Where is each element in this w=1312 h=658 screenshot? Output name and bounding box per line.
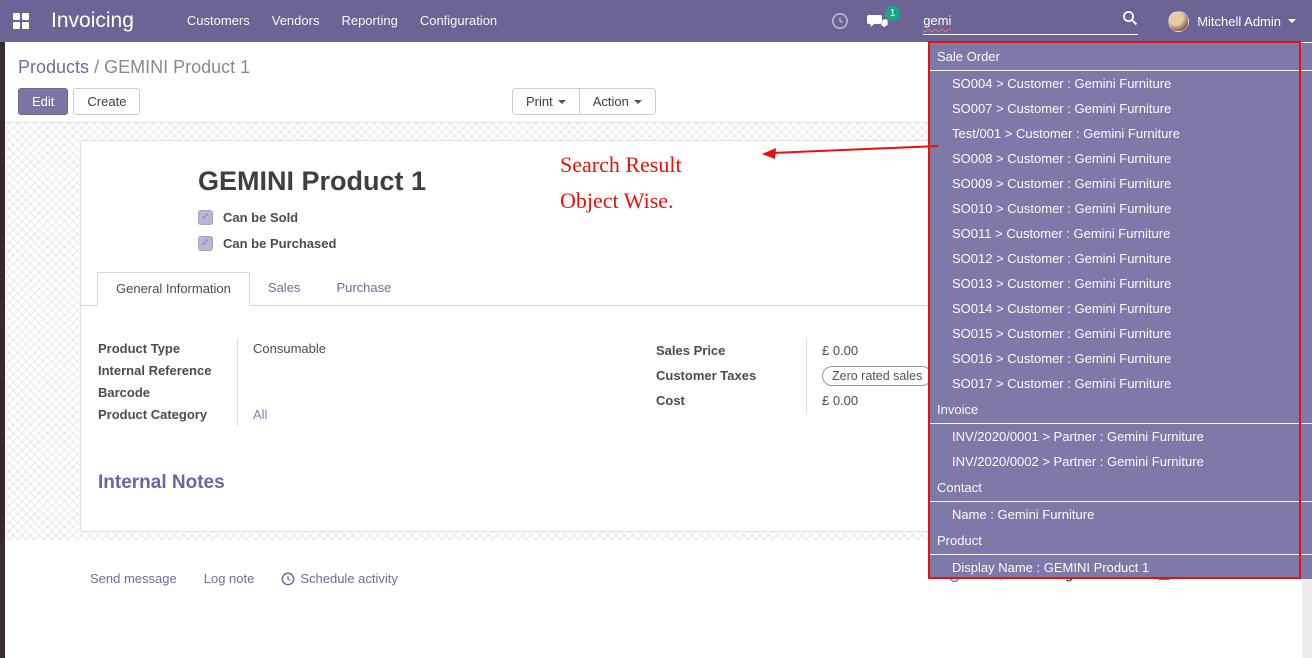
action-buttons: Print Action <box>512 88 656 115</box>
section-title-product: Product <box>930 527 1312 555</box>
top-navbar: Invoicing CustomersVendorsReportingConfi… <box>0 0 1312 42</box>
can-be-purchased-label: Can be Purchased <box>223 236 336 251</box>
can-be-purchased-checkbox[interactable]: ✓ <box>198 236 213 251</box>
nav-menu-item[interactable]: Configuration <box>409 0 508 42</box>
search-result-item[interactable]: SO004 > Customer : Gemini Furniture <box>930 71 1312 96</box>
customer-taxes-label: Customer Taxes <box>656 363 806 388</box>
messages-icon[interactable]: 1 <box>867 13 889 30</box>
section-product: Product Display Name : GEMINI Product 1 <box>930 527 1312 579</box>
search-result-item[interactable]: SO016 > Customer : Gemini Furniture <box>930 346 1312 371</box>
search-result-item[interactable]: Display Name : GEMINI Product 1 <box>930 555 1312 579</box>
chevron-down-icon <box>558 100 566 104</box>
invoice-results: INV/2020/0001 > Partner : Gemini Furnitu… <box>930 424 1312 474</box>
contact-results: Name : Gemini Furniture <box>930 502 1312 527</box>
action-dropdown-button[interactable]: Action <box>579 88 656 115</box>
search-result-item[interactable]: SO008 > Customer : Gemini Furniture <box>930 146 1312 171</box>
nav-menu-item[interactable]: Reporting <box>330 0 408 42</box>
section-invoice: Invoice INV/2020/0001 > Partner : Gemini… <box>930 396 1312 474</box>
chevron-down-icon <box>634 100 642 104</box>
search-result-item[interactable]: SO007 > Customer : Gemini Furniture <box>930 96 1312 121</box>
section-title-invoice: Invoice <box>930 396 1312 424</box>
product-type-value[interactable]: Consumable <box>237 338 656 360</box>
edit-button[interactable]: Edit <box>18 88 68 115</box>
product-type-label: Product Type <box>98 338 237 360</box>
section-title-sale-order: Sale Order <box>930 43 1312 71</box>
user-avatar <box>1168 11 1189 32</box>
nav-menu-item[interactable]: Customers <box>176 0 261 42</box>
bottom-right-gutter <box>1302 579 1312 658</box>
search-input[interactable]: gemi <box>923 7 1138 35</box>
cost-label: Cost <box>656 388 806 413</box>
section-contact: Contact Name : Gemini Furniture <box>930 474 1312 527</box>
can-be-sold-label: Can be Sold <box>223 210 298 225</box>
form-buttons: Edit Create <box>18 88 140 115</box>
internal-reference-label: Internal Reference <box>98 360 237 382</box>
messages-badge: 1 <box>885 6 900 21</box>
search-result-item[interactable]: SO012 > Customer : Gemini Furniture <box>930 246 1312 271</box>
search-result-item[interactable]: SO015 > Customer : Gemini Furniture <box>930 321 1312 346</box>
search-result-item[interactable]: SO017 > Customer : Gemini Furniture <box>930 371 1312 396</box>
schedule-activity-button[interactable]: Schedule activity <box>281 571 398 586</box>
app-title[interactable]: Invoicing <box>51 9 134 33</box>
breadcrumb-separator: / <box>94 57 99 77</box>
search-result-item[interactable]: Name : Gemini Furniture <box>930 502 1312 527</box>
product-category-value-link[interactable]: All <box>253 407 267 422</box>
section-title-contact: Contact <box>930 474 1312 502</box>
search-result-item[interactable]: SO014 > Customer : Gemini Furniture <box>930 296 1312 321</box>
product-category-label: Product Category <box>98 404 237 426</box>
search-result-item[interactable]: INV/2020/0002 > Partner : Gemini Furnitu… <box>930 449 1312 474</box>
barcode-label: Barcode <box>98 382 237 404</box>
fields-left-column: Product Type Consumable Internal Referen… <box>98 338 656 426</box>
annotation-line1: Search Result <box>560 147 682 183</box>
print-dropdown-button[interactable]: Print <box>512 88 580 115</box>
section-sale-order: Sale Order SO004 > Customer : Gemini Fur… <box>930 43 1312 396</box>
search-result-item[interactable]: SO013 > Customer : Gemini Furniture <box>930 271 1312 296</box>
search-result-item[interactable]: INV/2020/0001 > Partner : Gemini Furnitu… <box>930 424 1312 449</box>
search-result-item[interactable]: SO009 > Customer : Gemini Furniture <box>930 171 1312 196</box>
user-menu[interactable]: Mitchell Admin <box>1168 11 1296 32</box>
can-be-sold-checkbox[interactable]: ✓ <box>198 210 213 225</box>
sale-order-results: SO004 > Customer : Gemini FurnitureSO007… <box>930 71 1312 396</box>
search-icon[interactable] <box>1122 10 1138 31</box>
navbar-menus: CustomersVendorsReportingConfiguration <box>176 0 508 42</box>
annotation-text: Search Result Object Wise. <box>560 147 682 219</box>
breadcrumb-products-link[interactable]: Products <box>18 57 89 77</box>
search-result-item[interactable]: SO011 > Customer : Gemini Furniture <box>930 221 1312 246</box>
send-message-button[interactable]: Send message <box>90 571 177 586</box>
clock-icon <box>281 572 295 586</box>
tab-sales[interactable]: Sales <box>250 272 319 305</box>
window-left-edge <box>0 42 5 658</box>
internal-reference-value[interactable] <box>237 360 656 382</box>
breadcrumb-current: GEMINI Product 1 <box>104 57 250 77</box>
sales-price-label: Sales Price <box>656 338 806 363</box>
barcode-value[interactable] <box>237 382 656 404</box>
log-note-button[interactable]: Log note <box>204 571 255 586</box>
search-result-item[interactable]: Test/001 > Customer : Gemini Furniture <box>930 121 1312 146</box>
search-results-dropdown: Sale Order SO004 > Customer : Gemini Fur… <box>930 43 1312 579</box>
search-query-text: gemi <box>923 13 951 28</box>
tab-purchase[interactable]: Purchase <box>318 272 409 305</box>
product-results: Display Name : GEMINI Product 1 <box>930 555 1312 579</box>
annotation-line2: Object Wise. <box>560 183 682 219</box>
app-window: Invoicing CustomersVendorsReportingConfi… <box>0 0 1312 658</box>
customer-taxes-tag[interactable]: Zero rated sales <box>822 366 932 386</box>
nav-menu-item[interactable]: Vendors <box>261 0 331 42</box>
apps-grid-icon[interactable] <box>13 13 29 29</box>
chevron-down-icon <box>1288 19 1296 23</box>
navbar-right: 1 gemi Mitchell Admin <box>831 0 1312 42</box>
search-result-item[interactable]: SO010 > Customer : Gemini Furniture <box>930 196 1312 221</box>
user-name: Mitchell Admin <box>1197 14 1281 29</box>
activities-clock-icon[interactable] <box>831 12 849 30</box>
tab-general-information[interactable]: General Information <box>97 272 250 306</box>
create-button[interactable]: Create <box>73 88 140 115</box>
